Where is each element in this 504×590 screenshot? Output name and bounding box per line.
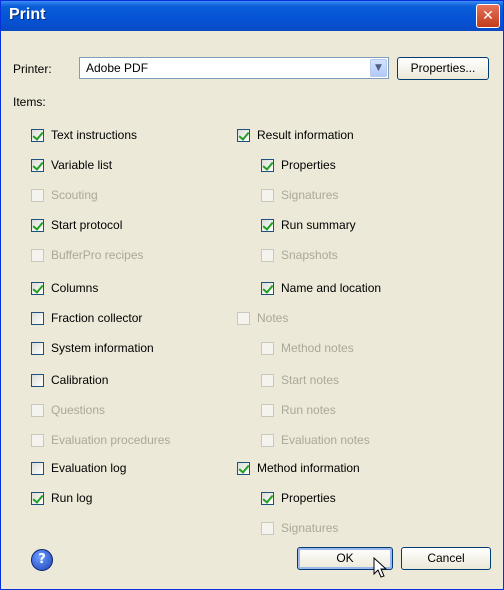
checkbox-label: BufferPro recipes xyxy=(51,248,144,262)
checkbox-label: Notes xyxy=(257,311,289,325)
help-icon[interactable]: ? xyxy=(31,549,53,571)
checkbox-checked[interactable] xyxy=(237,129,250,142)
checkbox-unchecked xyxy=(261,249,274,262)
checkbox-label: Start notes xyxy=(281,373,340,387)
checkbox-unchecked[interactable] xyxy=(31,374,44,387)
arrow-cursor-icon xyxy=(373,557,388,578)
checkbox-unchecked xyxy=(31,249,44,262)
checkbox-unchecked xyxy=(237,312,250,325)
window-title: Print xyxy=(9,6,46,23)
checkbox-label: Evaluation procedures xyxy=(51,433,171,447)
checkbox-unchecked[interactable] xyxy=(31,342,44,355)
checkbox-unchecked xyxy=(261,342,274,355)
printer-select[interactable]: Adobe PDF ▼ xyxy=(79,57,389,79)
checkbox-label: Text instructions xyxy=(51,128,138,142)
chevron-down-icon[interactable]: ▼ xyxy=(370,59,387,77)
printer-select-value: Adobe PDF xyxy=(86,61,149,75)
checkbox-checked[interactable] xyxy=(31,219,44,232)
checkbox-unchecked xyxy=(31,189,44,202)
items-label: Items: xyxy=(13,95,46,109)
checkbox-label: Name and location xyxy=(281,281,382,295)
checkbox-unchecked xyxy=(261,374,274,387)
checkbox-checked[interactable] xyxy=(261,159,274,172)
checkbox-label: Method information xyxy=(257,461,360,475)
checkbox-unchecked xyxy=(261,434,274,447)
checkbox-label: Columns xyxy=(51,281,99,295)
checkbox-unchecked[interactable] xyxy=(31,462,44,475)
checkbox-label: Properties xyxy=(281,491,336,505)
checkbox-unchecked xyxy=(31,404,44,417)
checkbox-unchecked xyxy=(31,434,44,447)
checkbox-label: Signatures xyxy=(281,188,339,202)
checkbox-label: Snapshots xyxy=(281,248,338,262)
checkbox-checked[interactable] xyxy=(31,492,44,505)
checkbox-checked[interactable] xyxy=(31,282,44,295)
printer-label: Printer: xyxy=(13,62,52,76)
checkbox-label: Properties xyxy=(281,158,336,172)
properties-button[interactable]: Properties... xyxy=(397,57,489,80)
checkbox-label: Signatures xyxy=(281,521,339,535)
checkbox-label: System information xyxy=(51,341,154,355)
title-bar[interactable]: Print ✕ xyxy=(1,1,503,31)
checkbox-checked[interactable] xyxy=(261,219,274,232)
checkbox-checked[interactable] xyxy=(261,282,274,295)
checkbox-label: Evaluation log xyxy=(51,461,127,475)
checkbox-label: Run notes xyxy=(281,403,336,417)
close-icon[interactable]: ✕ xyxy=(476,4,500,28)
print-dialog: Print ✕ Printer: Adobe PDF ▼ Properties.… xyxy=(0,0,504,590)
checkbox-label: Variable list xyxy=(51,158,113,172)
checkbox-label: Calibration xyxy=(51,373,109,387)
checkbox-unchecked xyxy=(261,189,274,202)
checkbox-checked[interactable] xyxy=(31,129,44,142)
checkbox-unchecked[interactable] xyxy=(31,312,44,325)
checkbox-label: Run log xyxy=(51,491,93,505)
checkbox-label: Questions xyxy=(51,403,106,417)
checkbox-checked[interactable] xyxy=(261,492,274,505)
checkbox-label: Run summary xyxy=(281,218,356,232)
checkbox-label: Method notes xyxy=(281,341,354,355)
cancel-button[interactable]: Cancel xyxy=(401,547,491,570)
checkbox-unchecked xyxy=(261,404,274,417)
checkbox-label: Result information xyxy=(257,128,354,142)
checkbox-label: Scouting xyxy=(51,188,98,202)
checkbox-label: Fraction collector xyxy=(51,311,143,325)
checkbox-unchecked xyxy=(261,522,274,535)
checkbox-checked[interactable] xyxy=(237,462,250,475)
checkbox-label: Start protocol xyxy=(51,218,123,232)
checkbox-label: Evaluation notes xyxy=(281,433,370,447)
checkbox-checked[interactable] xyxy=(31,159,44,172)
